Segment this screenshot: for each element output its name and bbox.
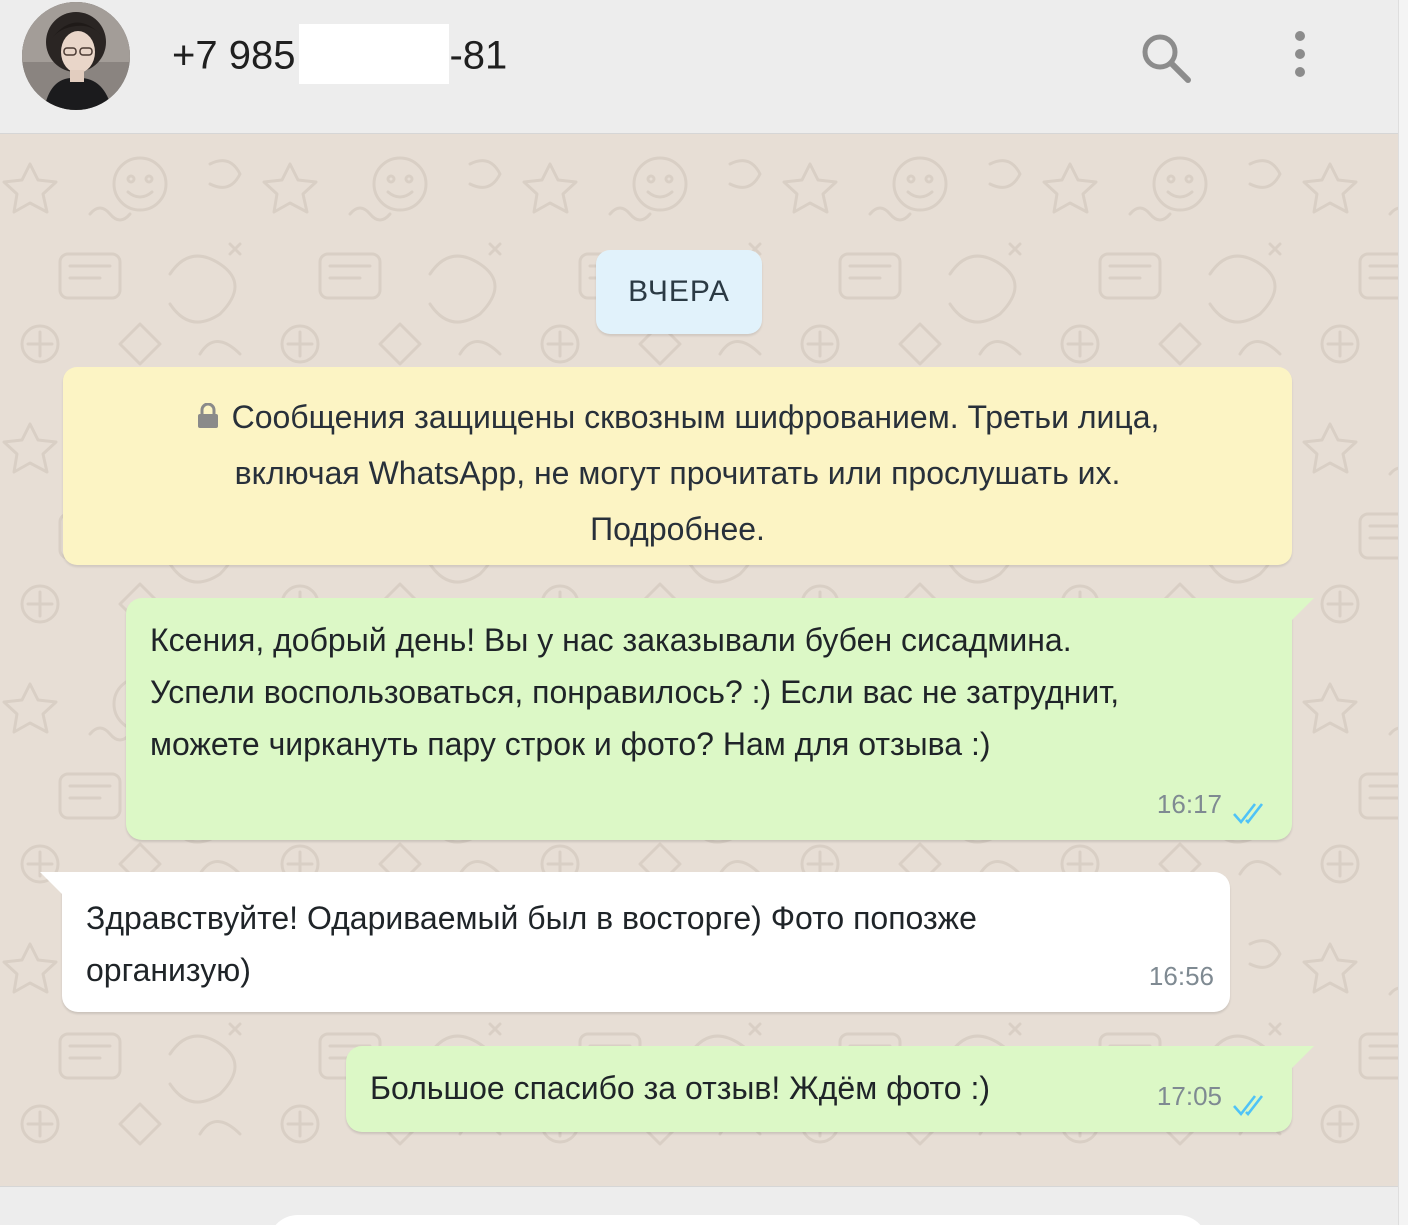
chat-messages-pane[interactable]: ВЧЕРА Сообщения защищены сквозным шифров… — [0, 134, 1398, 1186]
message-meta: 16:56 — [1149, 950, 1214, 1002]
encryption-notice[interactable]: Сообщения защищены сквозным шифрованием.… — [63, 367, 1292, 565]
message-text-line: Ксения, добрый день! Вы у нас заказывали… — [150, 622, 1072, 658]
contact-phone-suffix: -81 — [449, 33, 508, 78]
more-vertical-icon[interactable] — [1282, 28, 1318, 84]
message-text-line: можете чиркануть пару строк и фото? Нам … — [150, 726, 991, 762]
lock-icon — [196, 390, 220, 428]
encryption-notice-text-1: Сообщения защищены сквозным шифрованием.… — [231, 399, 1160, 435]
bubble-tail — [1290, 598, 1314, 622]
message-text-line: Здравствуйте! Одариваемый был в восторге… — [86, 900, 977, 936]
redacted-block — [299, 24, 450, 84]
message-input[interactable] — [268, 1215, 1208, 1225]
read-ticks-icon — [1232, 1083, 1272, 1117]
encryption-notice-learn-more[interactable]: Подробнее. — [103, 501, 1252, 557]
message-text-line: Большое спасибо за отзыв! Ждём фото :) — [370, 1070, 991, 1106]
search-icon[interactable] — [1138, 30, 1194, 86]
compose-bar — [0, 1186, 1398, 1225]
contact-name[interactable]: +7 985 -81 — [172, 24, 508, 84]
avatar-photo — [22, 2, 130, 110]
date-separator-chip: ВЧЕРА — [596, 250, 762, 334]
bubble-tail — [1290, 1046, 1314, 1070]
chat-header: +7 985 -81 — [0, 0, 1398, 134]
contact-phone-prefix: +7 985 — [172, 33, 296, 78]
bubble-tail — [40, 872, 64, 896]
message-text-line: Успели воспользоваться, понравилось? :) … — [150, 674, 1120, 710]
message-time: 16:17 — [1156, 789, 1222, 819]
message-meta: 16:17 — [1157, 778, 1272, 830]
message-bubble-outgoing[interactable]: Ксения, добрый день! Вы у нас заказывали… — [126, 598, 1314, 840]
message-bubble-outgoing[interactable]: Большое спасибо за отзыв! Ждём фото :) 1… — [346, 1046, 1314, 1132]
whatsapp-chat-window: +7 985 -81 ВЧЕРА Сообщения защищены скво… — [0, 0, 1408, 1225]
read-ticks-icon — [1232, 791, 1272, 825]
contact-avatar[interactable] — [22, 2, 130, 110]
message-meta: 17:05 — [1157, 1070, 1272, 1122]
message-text-line: организую) — [86, 952, 251, 988]
encryption-notice-line1: Сообщения защищены сквозным шифрованием.… — [103, 389, 1252, 445]
window-right-edge — [1398, 0, 1408, 1225]
message-time: 17:05 — [1156, 1081, 1222, 1111]
message-time: 16:56 — [1148, 961, 1214, 991]
encryption-notice-line2: включая WhatsApp, не могут прочитать или… — [234, 455, 1121, 491]
message-bubble-incoming[interactable]: Здравствуйте! Одариваемый был в восторге… — [40, 872, 1230, 1012]
